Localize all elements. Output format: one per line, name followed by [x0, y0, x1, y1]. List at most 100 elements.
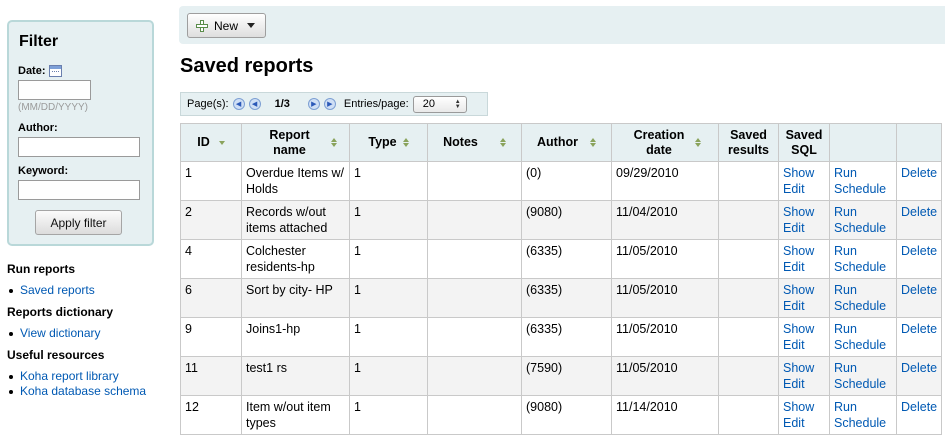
- show-sql-link[interactable]: Show: [783, 321, 825, 337]
- delete-cell: Delete: [896, 161, 942, 201]
- report-name: test1 rs: [241, 356, 350, 396]
- table-row: 11 test1 rs 1 (7590) 11/05/2010 Show Edit Run Sc…: [180, 356, 942, 396]
- report-id: 11: [180, 356, 242, 396]
- report-creation-date: 09/29/2010: [611, 161, 719, 201]
- show-sql-link[interactable]: Show: [783, 165, 825, 181]
- entries-per-page-value: 20: [422, 98, 435, 110]
- delete-report-link[interactable]: Delete: [901, 205, 937, 219]
- column-header-author[interactable]: Author: [521, 123, 612, 162]
- report-saved-results: [718, 161, 779, 201]
- nav-group-useful-resources: Useful resources Koha report library Koh…: [7, 348, 177, 399]
- report-saved-results: [718, 278, 779, 318]
- first-page-icon[interactable]: ◀: [232, 98, 245, 110]
- date-input[interactable]: [18, 80, 91, 100]
- keyword-input[interactable]: [18, 180, 140, 200]
- show-sql-link[interactable]: Show: [783, 282, 825, 298]
- edit-sql-link[interactable]: Edit: [783, 220, 825, 236]
- table-row: 2 Records w/out items attached 1 (9080) 11/0…: [180, 200, 942, 240]
- column-header-report-name[interactable]: Report name: [241, 123, 350, 162]
- page-title: Saved reports: [180, 55, 314, 77]
- report-saved-results: [718, 239, 779, 279]
- nav-heading: Useful resources: [7, 348, 105, 362]
- bullet-icon: [9, 389, 13, 394]
- delete-cell: Delete: [896, 200, 942, 240]
- edit-sql-link[interactable]: Edit: [783, 415, 825, 431]
- report-saved-results: [718, 317, 779, 357]
- schedule-report-link[interactable]: Schedule: [834, 337, 892, 353]
- schedule-report-link[interactable]: Schedule: [834, 220, 892, 236]
- saved-reports-table: ID Report name Type Notes Author Creatio…: [180, 123, 942, 435]
- column-header-id[interactable]: ID: [180, 123, 242, 162]
- calendar-icon[interactable]: [48, 65, 62, 77]
- keyword-label: Keyword:: [18, 165, 69, 177]
- report-notes: [427, 395, 522, 435]
- run-report-link[interactable]: Run: [834, 282, 892, 298]
- nav-item: Koha database schema: [7, 384, 177, 399]
- plus-icon: [196, 19, 208, 32]
- show-sql-link[interactable]: Show: [783, 360, 825, 376]
- report-saved-results: [718, 200, 779, 240]
- edit-sql-link[interactable]: Edit: [783, 259, 825, 275]
- edit-sql-link[interactable]: Edit: [783, 376, 825, 392]
- edit-sql-link[interactable]: Edit: [783, 298, 825, 314]
- column-header-type[interactable]: Type: [349, 123, 428, 162]
- run-report-link[interactable]: Run: [834, 321, 892, 337]
- run-report-link[interactable]: Run: [834, 243, 892, 259]
- report-type: 1: [349, 317, 428, 357]
- saved-reports-link[interactable]: Saved reports: [20, 283, 95, 297]
- run-cell: Run Schedule: [829, 239, 897, 279]
- report-creation-date: 11/05/2010: [611, 239, 719, 279]
- report-name: Sort by city- HP: [241, 278, 350, 318]
- sort-icon: [695, 138, 701, 147]
- prev-page-icon[interactable]: ◀: [248, 98, 261, 110]
- schedule-report-link[interactable]: Schedule: [834, 376, 892, 392]
- delete-report-link[interactable]: Delete: [901, 400, 937, 414]
- pages-label: Page(s):: [187, 98, 229, 110]
- run-report-link[interactable]: Run: [834, 165, 892, 181]
- schedule-report-link[interactable]: Schedule: [834, 298, 892, 314]
- nav-heading: Run reports: [7, 262, 76, 276]
- delete-report-link[interactable]: Delete: [901, 244, 937, 258]
- koha-database-schema-link[interactable]: Koha database schema: [20, 384, 146, 398]
- author-input[interactable]: [18, 137, 140, 157]
- nav-group-reports-dictionary: Reports dictionary View dictionary: [7, 305, 177, 341]
- saved-sql-cell: Show Edit: [778, 239, 830, 279]
- view-dictionary-link[interactable]: View dictionary: [20, 326, 100, 340]
- delete-cell: Delete: [896, 317, 942, 357]
- schedule-report-link[interactable]: Schedule: [834, 259, 892, 275]
- run-report-link[interactable]: Run: [834, 204, 892, 220]
- entries-per-page-label: Entries/page:: [343, 98, 409, 110]
- pager: Page(s): ◀ ◀ 1/3 ▶ ▶ Entries/page: 20 ▲ ▼: [180, 92, 488, 116]
- report-author: (6335): [521, 278, 612, 318]
- nav-item: Saved reports: [7, 283, 177, 298]
- bullet-icon: [9, 288, 13, 293]
- run-report-link[interactable]: Run: [834, 360, 892, 376]
- report-author: (9080): [521, 200, 612, 240]
- report-name: Joins1-hp: [241, 317, 350, 357]
- edit-sql-link[interactable]: Edit: [783, 337, 825, 353]
- column-header-notes[interactable]: Notes: [427, 123, 522, 162]
- koha-report-library-link[interactable]: Koha report library: [20, 369, 119, 383]
- apply-filter-button[interactable]: Apply filter: [35, 210, 122, 235]
- report-saved-results: [718, 356, 779, 396]
- sort-icon: [330, 138, 337, 147]
- edit-sql-link[interactable]: Edit: [783, 181, 825, 197]
- column-header-creation-date[interactable]: Creation date: [611, 123, 719, 162]
- show-sql-link[interactable]: Show: [783, 243, 825, 259]
- delete-report-link[interactable]: Delete: [901, 166, 937, 180]
- run-report-link[interactable]: Run: [834, 399, 892, 415]
- delete-report-link[interactable]: Delete: [901, 322, 937, 336]
- delete-report-link[interactable]: Delete: [901, 283, 937, 297]
- next-page-icon[interactable]: ▶: [307, 98, 320, 110]
- caret-down-icon: [247, 23, 256, 28]
- schedule-report-link[interactable]: Schedule: [834, 181, 892, 197]
- new-report-button[interactable]: New: [187, 13, 266, 38]
- show-sql-link[interactable]: Show: [783, 399, 825, 415]
- show-sql-link[interactable]: Show: [783, 204, 825, 220]
- report-creation-date: 11/05/2010: [611, 356, 719, 396]
- entries-per-page-select[interactable]: 20 ▲ ▼: [412, 95, 467, 113]
- report-type: 1: [349, 200, 428, 240]
- schedule-report-link[interactable]: Schedule: [834, 415, 892, 431]
- last-page-icon[interactable]: ▶: [323, 98, 336, 110]
- delete-report-link[interactable]: Delete: [901, 361, 937, 375]
